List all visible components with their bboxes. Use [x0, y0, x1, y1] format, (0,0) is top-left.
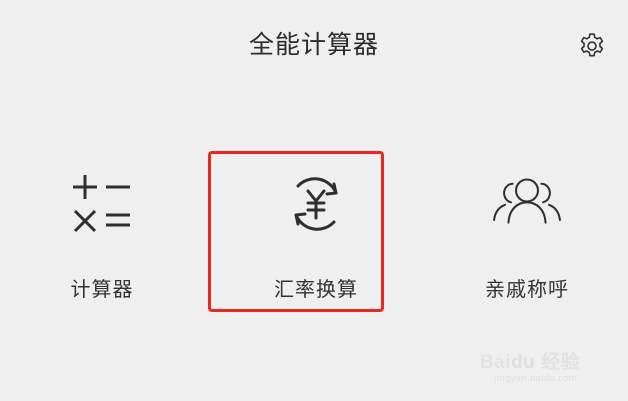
relatives-group-icon	[489, 166, 565, 242]
watermark-url: jingyan.baidu.com	[494, 374, 578, 384]
watermark-logo: Baidu 经验	[480, 352, 581, 373]
settings-button[interactable]	[573, 27, 611, 65]
calculator-tile[interactable]: 计算器	[17, 160, 187, 310]
tile-label-relatives: 亲戚称呼	[485, 277, 569, 301]
exchange-rate-tile[interactable]: 汇率换算	[231, 160, 401, 310]
watermark: Baidu 经验 jingyan.baidu.com	[480, 343, 620, 393]
arithmetic-operators-icon	[64, 166, 140, 242]
relatives-tile[interactable]: 亲戚称呼	[442, 160, 612, 310]
currency-exchange-icon	[278, 166, 354, 242]
page-title: 全能计算器	[248, 30, 379, 59]
tile-label-calculator: 计算器	[70, 277, 134, 301]
tile-label-exchange-rate: 汇率换算	[274, 277, 358, 301]
gear-icon	[580, 33, 604, 57]
